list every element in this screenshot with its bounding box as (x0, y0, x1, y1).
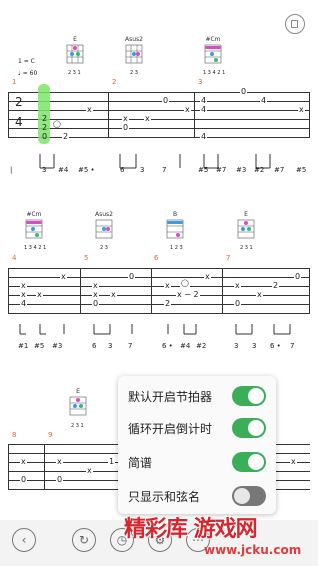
jianpu-note: 3 (252, 342, 257, 350)
tab-staff: xx4 xx xx0 x0 x2 ◯ x − 2 x x0 x20 (8, 268, 310, 318)
chord-name: #Cm (26, 211, 42, 218)
chord-fingering: 2 3 1 (240, 245, 253, 251)
measure-number: 6 (154, 254, 159, 262)
measure-number: 2 (112, 78, 117, 86)
chord-fingering: 1 3 4 2 1 (24, 245, 47, 251)
setting-label: 简谱 (128, 455, 153, 470)
jianpu-toggle[interactable] (232, 452, 266, 472)
jianpu-note: 3 (108, 342, 113, 350)
chord-diagram (204, 44, 222, 64)
metronome-toggle[interactable] (232, 386, 266, 406)
jianpu-note: #1 (18, 342, 29, 350)
chord-names-toggle[interactable] (232, 486, 266, 506)
chord-diagram (25, 219, 43, 239)
chord-name: E (76, 388, 80, 395)
jianpu-note: #5 (198, 166, 209, 174)
setting-label: 循环开启倒计时 (128, 421, 213, 436)
settings-popup: 默认开启节拍器 循环开启倒计时 简谱 只显示和弦名 (118, 376, 276, 514)
jianpu-note: 6 (120, 166, 125, 174)
chord-diagram (95, 219, 113, 239)
chord-fingering: 2 3 1 (71, 423, 84, 429)
setting-label: 默认开启节拍器 (128, 389, 213, 404)
chord-diagram (237, 219, 255, 239)
rotate-screen-icon[interactable] (285, 14, 305, 34)
watermark-url: www.jcku.com (204, 543, 302, 557)
jianpu-note: #4 (180, 342, 191, 350)
measure-number: 3 (198, 78, 203, 86)
time-signature: 2 (15, 95, 23, 109)
jianpu-note: #4 (58, 166, 69, 174)
setting-chord-names[interactable]: 只显示和弦名 (128, 486, 266, 506)
measure-number: 9 (48, 431, 53, 439)
chord-diagram (69, 396, 87, 416)
loop-icon[interactable]: ↻ (72, 528, 96, 552)
chord-fingering: 2 3 1 (68, 70, 81, 76)
jianpu-note: #3 (52, 342, 63, 350)
countdown-toggle[interactable] (232, 418, 266, 438)
chord-fingering: 2 3 (130, 70, 138, 76)
back-icon[interactable]: ‹ (12, 528, 36, 552)
jianpu-note: #7 (216, 166, 227, 174)
jianpu-note: 7 (162, 166, 167, 174)
jianpu-note: #5 • (78, 166, 95, 174)
jianpu-note: #2 (196, 342, 207, 350)
measure-number: 4 (12, 254, 17, 262)
time-signature: 4 (15, 115, 23, 129)
chord-diagram (166, 219, 184, 239)
chord-name: Asus2 (125, 36, 143, 43)
jianpu-note: 3 (42, 166, 47, 174)
setting-jianpu[interactable]: 简谱 (128, 452, 266, 472)
chord-fingering: 2 3 (100, 245, 108, 251)
site-watermark: 精彩库 游戏网 www.jcku.com (120, 507, 318, 565)
jianpu-note: | (10, 166, 13, 174)
key-signature: 1 = C (18, 58, 35, 65)
chord-name: Asus2 (95, 211, 113, 218)
rhythm-row (8, 322, 310, 344)
chord-name: E (73, 36, 77, 43)
jianpu-note: #7 (274, 166, 285, 174)
watermark-title: 精彩库 游戏网 (124, 517, 258, 542)
jianpu-note: 7 (128, 342, 133, 350)
chord-diagram (66, 44, 84, 64)
measure-number: 1 (12, 78, 17, 86)
jianpu-note: 6 • (162, 342, 173, 350)
jianpu-note: #3 (236, 166, 247, 174)
jianpu-note: 3 (140, 166, 145, 174)
jianpu-note: 6 • (270, 342, 281, 350)
chord-name: B (172, 211, 178, 218)
chord-fingering: 1 3 4 2 1 (203, 70, 226, 76)
chord-fingering: 1 2 3 (170, 245, 183, 251)
measure-number: 7 (226, 254, 231, 262)
jianpu-note: 3 (234, 342, 239, 350)
measure-number: 5 (84, 254, 89, 262)
setting-countdown[interactable]: 循环开启倒计时 (128, 418, 266, 438)
jianpu-note: 6 (92, 342, 97, 350)
measure-number: 8 (12, 431, 17, 439)
setting-label: 只显示和弦名 (128, 489, 201, 504)
chord-diagram (125, 44, 143, 64)
jianpu-note: #5 (296, 166, 307, 174)
jianpu-note: #5 (34, 342, 45, 350)
setting-metronome[interactable]: 默认开启节拍器 (128, 386, 266, 406)
jianpu-note: #2 (254, 166, 265, 174)
tempo: ♩ = 60 (18, 70, 38, 77)
rhythm-row (8, 150, 310, 178)
chord-name: E (244, 211, 248, 218)
jianpu-note: 7 (290, 342, 295, 350)
chord-name: #Cm (205, 36, 221, 43)
tab-staff: 2 4 2 2 0 ◯ 2 x x 0 x 0 x 4 4 4 0 4 x (8, 84, 310, 144)
